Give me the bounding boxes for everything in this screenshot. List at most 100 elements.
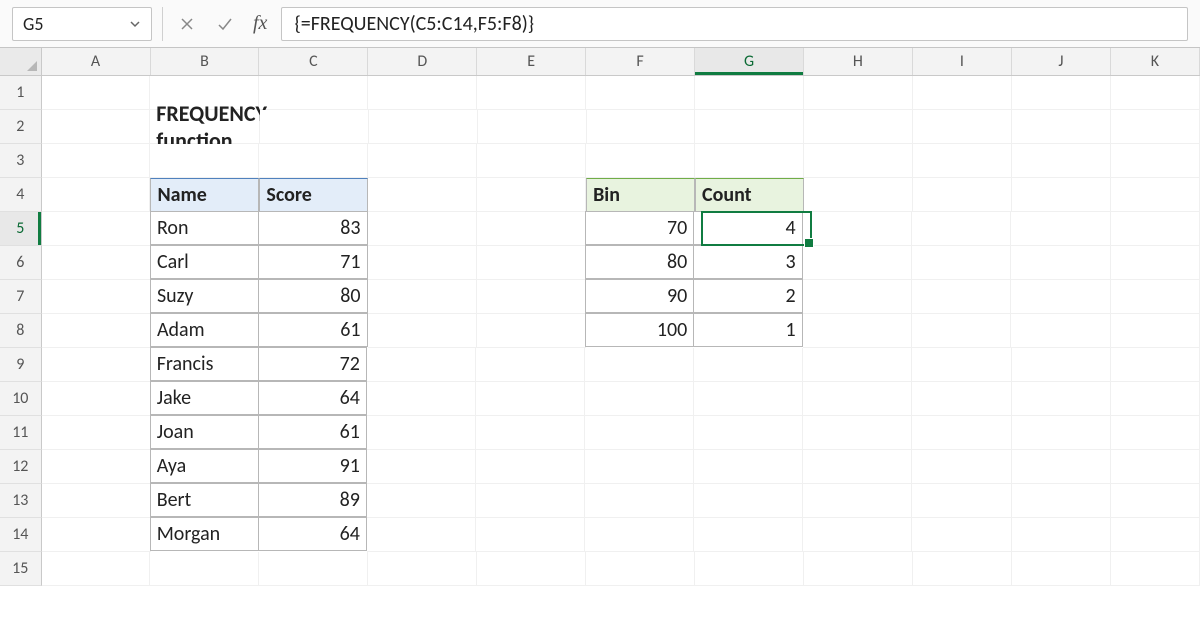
col-header-F[interactable]: F [586,48,695,75]
cell-A3[interactable] [42,144,151,178]
cell-G13[interactable] [694,484,803,518]
cell-I13[interactable] [912,484,1011,518]
col-header-J[interactable]: J [1012,48,1111,75]
cell-J4[interactable] [1012,178,1111,212]
cell-H2[interactable] [804,110,913,144]
select-all-corner[interactable] [0,48,42,75]
cell-J11[interactable] [1012,416,1111,450]
cell-B3[interactable] [150,144,259,178]
cell-F12[interactable] [585,450,694,484]
cell-G9[interactable] [694,348,803,382]
cell-I3[interactable] [913,144,1012,178]
cell-F11[interactable] [585,416,694,450]
cell-C14[interactable]: 64 [258,517,367,551]
cell-D14[interactable] [367,518,476,552]
row-header-14[interactable]: 14 [0,518,42,552]
cell-C9[interactable]: 72 [258,347,367,381]
cell-C4[interactable]: Score [259,178,368,212]
cell-G10[interactable] [694,382,803,416]
cell-H5[interactable] [803,212,912,246]
cell-J2[interactable] [1012,110,1111,144]
col-header-I[interactable]: I [913,48,1012,75]
cell-K4[interactable] [1111,178,1200,212]
cell-B11[interactable]: Joan [150,415,259,449]
cell-E5[interactable] [477,212,586,246]
cell-A8[interactable] [42,314,151,348]
row-header-9[interactable]: 9 [0,348,42,382]
cell-K12[interactable] [1111,450,1200,484]
cell-C3[interactable] [259,144,368,178]
cell-E3[interactable] [477,144,586,178]
cell-C12[interactable]: 91 [258,449,367,483]
cell-D1[interactable] [368,76,477,110]
cell-D2[interactable] [369,110,478,144]
cell-E8[interactable] [477,314,586,348]
cell-B10[interactable]: Jake [150,381,259,415]
cell-J6[interactable] [1011,246,1110,280]
cell-G7[interactable]: 2 [693,279,802,313]
cell-E9[interactable] [476,348,585,382]
cell-H1[interactable] [804,76,913,110]
cell-I2[interactable] [913,110,1012,144]
col-header-C[interactable]: C [259,48,368,75]
cell-C13[interactable]: 89 [258,483,367,517]
cell-A7[interactable] [42,280,151,314]
cell-D10[interactable] [367,382,476,416]
cell-K6[interactable] [1111,246,1200,280]
cell-A2[interactable] [42,110,151,144]
cell-K11[interactable] [1111,416,1200,450]
cell-A1[interactable] [42,76,151,110]
formula-input[interactable]: {=FREQUENCY(C5:C14,F5:F8)} [281,7,1188,41]
row-header-2[interactable]: 2 [0,110,42,144]
cell-E1[interactable] [477,76,586,110]
cell-G5[interactable]: 4 [693,211,802,245]
cell-D9[interactable] [367,348,476,382]
cell-F2[interactable] [587,110,696,144]
cell-B7[interactable]: Suzy [150,279,259,313]
cell-I7[interactable] [912,280,1011,314]
cell-D5[interactable] [368,212,477,246]
cell-E13[interactable] [476,484,585,518]
cell-F6[interactable]: 80 [585,245,694,279]
cell-J10[interactable] [1012,382,1111,416]
cell-K8[interactable] [1111,314,1200,348]
cell-G11[interactable] [694,416,803,450]
cell-I9[interactable] [912,348,1011,382]
cell-G8[interactable]: 1 [693,313,802,347]
cell-G1[interactable] [695,76,804,110]
cell-J9[interactable] [1012,348,1111,382]
cell-B12[interactable]: Aya [150,449,259,483]
cell-B15[interactable] [150,552,259,586]
cell-A4[interactable] [42,178,151,212]
row-header-3[interactable]: 3 [0,144,42,178]
cell-G12[interactable] [694,450,803,484]
cell-F4[interactable]: Bin [586,178,695,212]
cell-C5[interactable]: 83 [258,211,367,245]
cell-I6[interactable] [912,246,1011,280]
cancel-icon[interactable] [173,10,201,38]
cell-J7[interactable] [1011,280,1110,314]
cell-C2[interactable] [260,110,369,144]
fx-icon[interactable]: fx [249,12,271,35]
cell-K2[interactable] [1111,110,1200,144]
cell-C6[interactable]: 71 [258,245,367,279]
cell-E12[interactable] [476,450,585,484]
col-header-A[interactable]: A [42,48,151,75]
cell-K3[interactable] [1111,144,1200,178]
cell-A11[interactable] [42,416,151,450]
cell-H13[interactable] [803,484,912,518]
cell-H3[interactable] [804,144,913,178]
col-header-E[interactable]: E [477,48,586,75]
col-header-K[interactable]: K [1111,48,1200,75]
cell-A12[interactable] [42,450,151,484]
cell-E7[interactable] [477,280,586,314]
cell-A14[interactable] [42,518,151,552]
cell-A6[interactable] [42,246,151,280]
cell-H14[interactable] [803,518,912,552]
cell-B8[interactable]: Adam [150,313,259,347]
cell-E6[interactable] [477,246,586,280]
cell-C15[interactable] [259,552,368,586]
col-header-D[interactable]: D [368,48,477,75]
cell-B9[interactable]: Francis [150,347,259,381]
cell-D7[interactable] [368,280,477,314]
